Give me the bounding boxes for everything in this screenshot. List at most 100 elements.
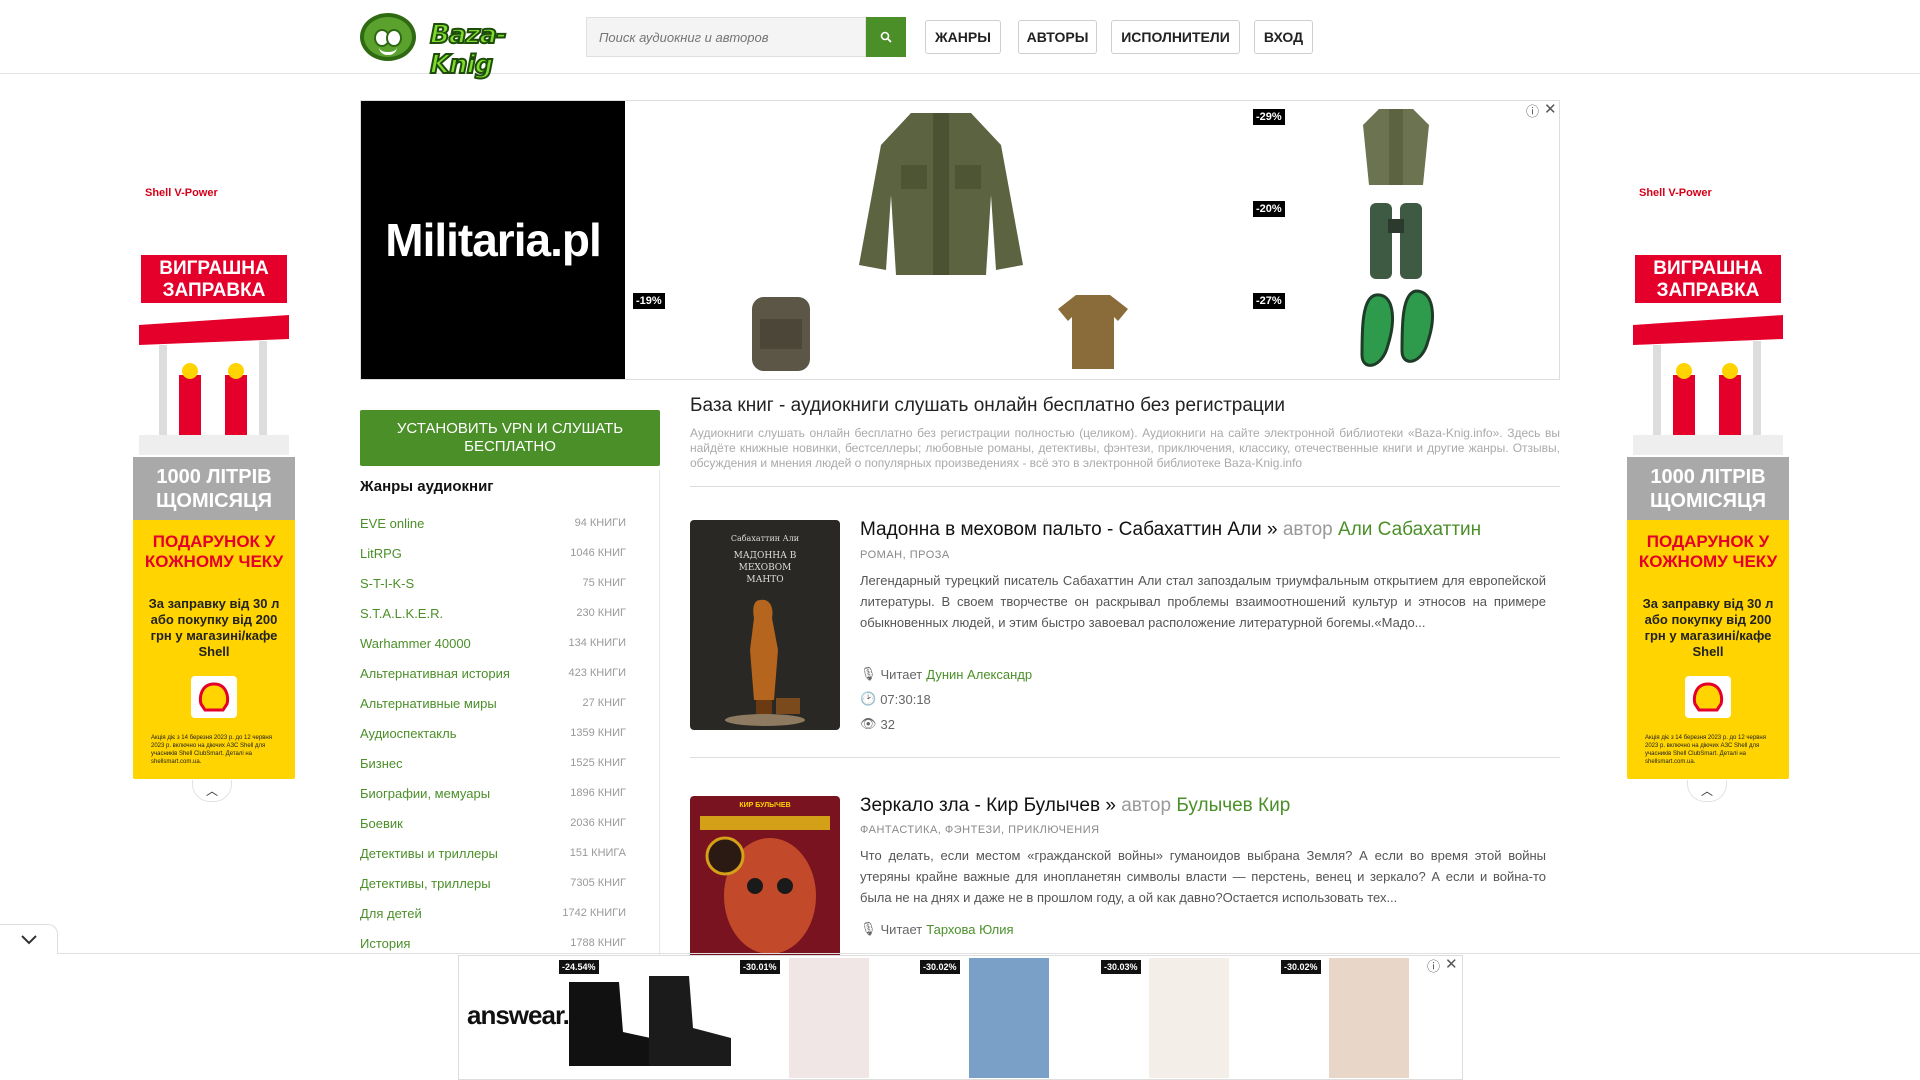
ad-discount-badge: -30.03%	[1101, 960, 1141, 974]
ad-close-icon[interactable]: ✕	[1544, 100, 1557, 118]
book-description: Легендарный турецкий писатель Сабахаттин…	[860, 573, 1546, 630]
search-input[interactable]	[586, 17, 866, 57]
right-ad-collapse-button[interactable]: ︿	[1687, 780, 1727, 802]
eye-icon: 👁	[860, 716, 877, 731]
nav-performers-button[interactable]: ИСПОЛНИТЕЛИ	[1111, 20, 1240, 54]
genre-item[interactable]: Боевик 2036 книг	[360, 808, 660, 838]
logo-face-icon	[360, 13, 416, 61]
genre-list: EVE online 94 книги LitRPG 1046 книг S-T-I…	[360, 508, 660, 958]
top-banner-ad[interactable]: Militaria.pl -29% -20% -19% -27% ⓘ ✕	[360, 100, 1560, 380]
ad-promo: 1000 ЛІТРІВ ЩОМІСЯЦЯ	[1627, 457, 1789, 521]
gas-station-illustration	[1633, 315, 1783, 455]
ad-product-shirt	[1363, 109, 1429, 185]
left-ad-collapse-button[interactable]: ︿	[192, 780, 232, 802]
ad-product-binoculars	[1370, 203, 1422, 279]
bottom-ad-collapse-button[interactable]	[0, 924, 58, 954]
nav-login-button[interactable]: ВХОД	[1254, 20, 1313, 54]
reader-link[interactable]: Дунин Александр	[926, 667, 1032, 682]
ad-product-boots	[569, 976, 731, 1066]
genre-item[interactable]: Warhammer 40000 134 книги	[360, 628, 660, 658]
ad-offer-text: За заправку від 30 л або покупку від 200…	[1642, 596, 1774, 659]
ad-brand-logo: Militaria.pl	[361, 101, 625, 379]
author-link[interactable]: Булычев Кир	[1176, 795, 1290, 816]
logo-text: Baza-Knig	[429, 19, 508, 81]
ad-discount-badge: -27%	[1253, 293, 1285, 309]
ad-discount-badge: -20%	[1253, 201, 1285, 217]
right-side-ad[interactable]: Shell V-Power ВИГРАШНА ЗАПРАВКА 1000 ЛІТ…	[1627, 175, 1789, 779]
left-side-ad[interactable]: Shell V-Power ВИГРАШНА ЗАПРАВКА 1000 ЛІТ…	[133, 175, 295, 779]
author-link[interactable]: Али Сабахаттин	[1338, 519, 1481, 540]
author-label: автор	[1282, 519, 1333, 540]
search-form	[586, 17, 906, 57]
genre-item[interactable]: EVE online 94 книги	[360, 508, 660, 538]
genres-heading: Жанры аудиокниг	[360, 478, 494, 495]
ad-brand: Shell V-Power	[145, 187, 218, 199]
vpn-button[interactable]: УСТАНОВИТЬ VPN И СЛУШАТЬ БЕСПЛАТНО	[360, 410, 660, 466]
genre-item[interactable]: Аудиоспектакль 1359 книг	[360, 718, 660, 748]
book-tags[interactable]: РОМАН, ПРОЗА	[860, 549, 950, 561]
shell-logo-icon	[191, 676, 237, 718]
ad-gift-text: ПОДАРУНОК У КОЖНОМУ ЧЕКУ	[144, 532, 284, 571]
divider	[690, 757, 1560, 758]
ad-product-jacket	[859, 113, 1023, 275]
chevron-up-icon: ︿	[205, 784, 218, 798]
genre-item[interactable]: Биографии, мемуары 1896 книг	[360, 778, 660, 808]
book-description: Что делать, если местом «гражданской вой…	[860, 848, 1546, 905]
genre-item[interactable]: Для детей 1742 книги	[360, 898, 660, 928]
ad-gift-text: ПОДАРУНОК У КОЖНОМУ ЧЕКУ	[1638, 532, 1778, 571]
book-reader: 🎙 Читает Тархова Юлия	[860, 921, 1014, 937]
book-title-link[interactable]: Мадонна в меховом пальто - Сабахаттин Ал…	[860, 519, 1278, 540]
genre-item[interactable]: LitRPG 1046 книг	[360, 538, 660, 568]
nav-genres-button[interactable]: ЖАНРЫ	[925, 20, 1001, 54]
ad-promo: 1000 ЛІТРІВ ЩОМІСЯЦЯ	[133, 457, 295, 521]
author-label: автор	[1121, 795, 1172, 816]
ad-close-icon[interactable]: ✕	[1445, 955, 1458, 973]
ad-discount-badge: -29%	[1253, 109, 1285, 125]
book-title-row: Зеркало зла - Кир Булычев » автор Булыче…	[860, 795, 1290, 817]
page-title: База книг - аудиокниги слушать онлайн бе…	[690, 395, 1286, 416]
book-title-link[interactable]: Зеркало зла - Кир Булычев »	[860, 795, 1116, 816]
book-title-row: Мадонна в меховом пальто - Сабахаттин Ал…	[860, 519, 1481, 541]
microphone-icon: 🎙	[860, 921, 877, 936]
genre-item[interactable]: S-T-I-K-S 75 книг	[360, 568, 660, 598]
ad-brand-logo: answear.	[467, 1000, 570, 1030]
ad-product-dress	[969, 958, 1049, 1078]
ad-fine-print: Акція діє з 14 березня 2023 р. до 12 чер…	[1645, 735, 1766, 765]
ad-headline: ВИГРАШНА ЗАПРАВКА	[141, 255, 287, 303]
page-description: Аудиокниги слушать онлайн бесплатно без …	[690, 426, 1560, 470]
site-header: Baza-Knig ЖАНРЫ АВТОРЫ ИСПОЛНИТЕЛИ ВХОД	[0, 0, 1920, 81]
genre-item[interactable]: S.T.A.L.K.E.R. 230 книг	[360, 598, 660, 628]
book-duration: 🕑 07:30:18	[860, 691, 931, 707]
ad-brand: Shell V-Power	[1639, 187, 1712, 199]
chevron-up-icon: ︿	[1700, 784, 1713, 798]
cover-author: Сабахаттин Али	[730, 534, 800, 543]
bottom-banner-ad[interactable]: answear. -24.54% -30.01% -30.02% -30.03%…	[458, 955, 1463, 1080]
cover-title: МАДОННА В МЕХОВОМ МАНТО	[733, 551, 797, 585]
book-views: 👁 32	[860, 716, 895, 732]
cover-figure-illustration	[725, 599, 805, 726]
site-logo[interactable]: Baza-Knig	[360, 10, 556, 81]
divider	[690, 486, 1560, 487]
chevron-down-icon	[20, 934, 37, 944]
ad-product-backpack	[752, 297, 810, 371]
ad-info-icon[interactable]: ⓘ	[1526, 101, 1539, 120]
search-button[interactable]	[866, 17, 906, 57]
genre-item[interactable]: Детективы, триллеры 7305 книг	[360, 868, 660, 898]
book-cover[interactable]: Сабахаттин Али МАДОННА В МЕХОВОМ МАНТО	[690, 520, 840, 730]
ad-product-jacket	[789, 958, 869, 1078]
genre-item[interactable]: Детективы и триллеры 151 книга	[360, 838, 660, 868]
genre-item[interactable]: Альтернативная история 423 книги	[360, 658, 660, 688]
genre-item[interactable]: Альтернативные миры 27 книг	[360, 688, 660, 718]
ad-product-tshirt	[1149, 958, 1229, 1078]
book-tags[interactable]: ФАНТАСТИКА, ФЭНТЕЗИ, ПРИКЛЮЧЕНИЯ	[860, 824, 1100, 836]
reader-link[interactable]: Тархова Юлия	[926, 922, 1013, 937]
ad-discount-badge: -30.02%	[1281, 960, 1321, 974]
genre-item[interactable]: Бизнес 1525 книг	[360, 748, 660, 778]
nav-authors-button[interactable]: АВТОРЫ	[1018, 20, 1097, 54]
ad-info-icon[interactable]: ⓘ	[1427, 956, 1440, 975]
book-reader: 🎙 Читает Дунин Александр	[860, 666, 1033, 682]
ad-headline: ВИГРАШНА ЗАПРАВКА	[1635, 255, 1781, 303]
cover-face-illustration	[700, 816, 830, 954]
ad-product-tshirt	[1058, 295, 1128, 369]
ad-discount-badge: -24.54%	[559, 960, 599, 974]
